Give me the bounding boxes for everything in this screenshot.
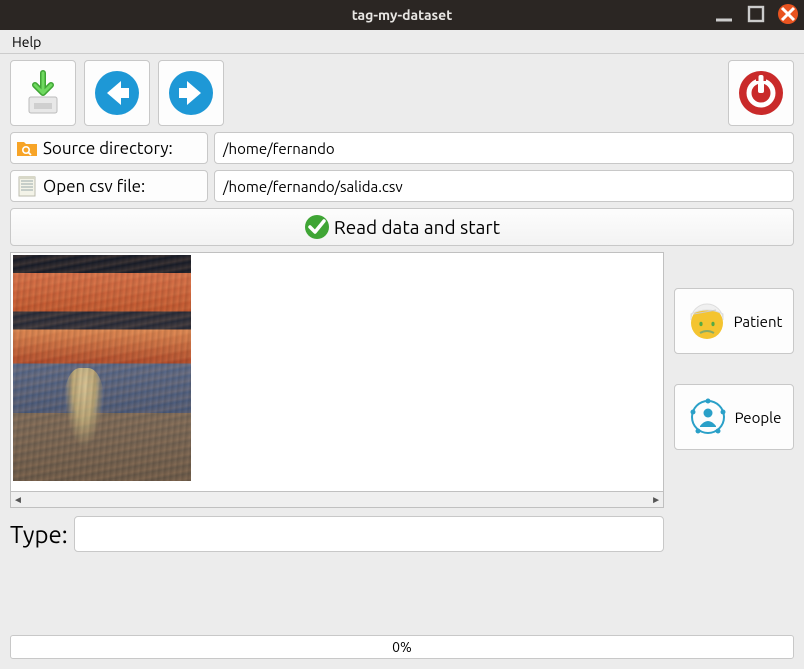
- scroll-right-icon[interactable]: ►: [651, 494, 661, 506]
- import-button[interactable]: [10, 60, 76, 126]
- csv-file-label: Open csv file:: [43, 177, 145, 196]
- image-viewer: [10, 252, 664, 492]
- menubar: Help: [0, 30, 804, 54]
- next-button[interactable]: [158, 60, 224, 126]
- source-dir-label: Source directory:: [43, 139, 173, 158]
- arrow-left-icon: [93, 69, 141, 117]
- power-button[interactable]: [728, 60, 794, 126]
- tag-people-label: People: [735, 409, 782, 426]
- viewer-scrollbar[interactable]: ◄ ►: [10, 492, 664, 508]
- window-title: tag-my-dataset: [352, 7, 453, 23]
- read-start-button[interactable]: Read data and start: [10, 208, 794, 246]
- prev-button[interactable]: [84, 60, 150, 126]
- folder-search-icon: [15, 136, 39, 160]
- csv-file-input[interactable]: /home/fernando/salida.csv: [214, 170, 794, 202]
- source-dir-button[interactable]: Source directory:: [10, 132, 208, 164]
- patient-face-icon: [686, 300, 728, 342]
- type-input[interactable]: [74, 516, 664, 552]
- progress-bar: 0%: [10, 635, 794, 659]
- type-label: Type:: [10, 521, 68, 548]
- source-dir-input[interactable]: /home/fernando: [214, 132, 794, 164]
- titlebar: tag-my-dataset: [0, 0, 804, 30]
- maximize-button[interactable]: [746, 4, 766, 24]
- scroll-left-icon[interactable]: ◄: [13, 494, 23, 506]
- tag-patient-label: Patient: [734, 313, 783, 330]
- preview-image: [13, 255, 191, 481]
- read-start-label: Read data and start: [334, 216, 500, 238]
- people-network-icon: [687, 396, 729, 438]
- notepad-icon: [15, 174, 39, 198]
- csv-file-button[interactable]: Open csv file:: [10, 170, 208, 202]
- tag-people-button[interactable]: People: [674, 384, 794, 450]
- menu-help[interactable]: Help: [6, 32, 47, 52]
- arrow-right-icon: [167, 69, 215, 117]
- progress-text: 0%: [392, 639, 412, 655]
- download-box-icon: [19, 69, 67, 117]
- check-circle-icon: [304, 214, 330, 240]
- power-icon: [737, 69, 785, 117]
- minimize-button[interactable]: [714, 4, 734, 24]
- close-button[interactable]: [778, 4, 798, 24]
- tag-patient-button[interactable]: Patient: [674, 288, 794, 354]
